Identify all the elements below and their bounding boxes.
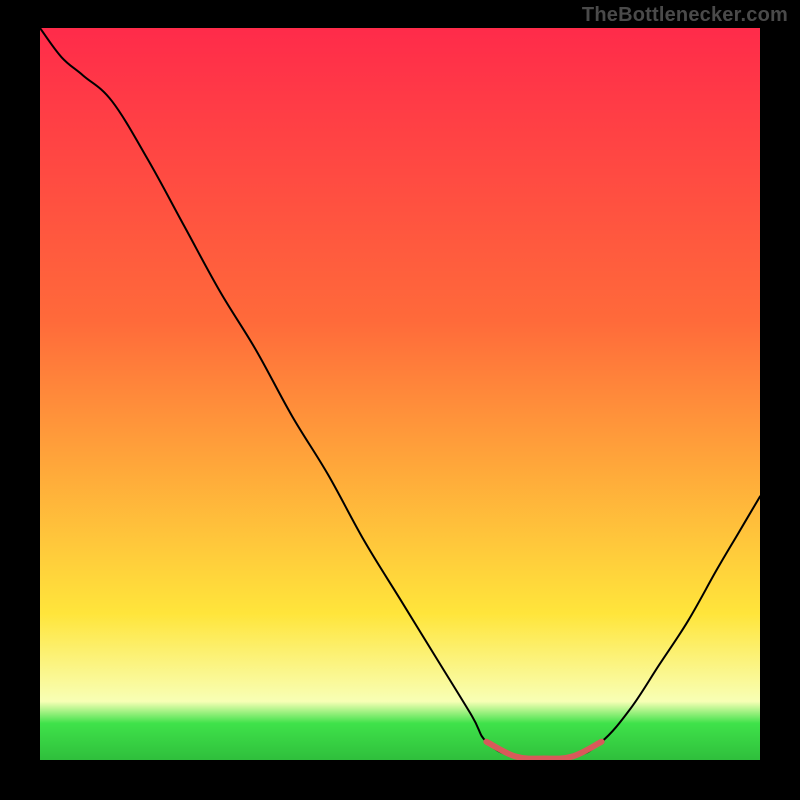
watermark-text: TheBottlenecker.com <box>582 4 788 27</box>
gradient-background <box>40 28 760 760</box>
plot-area <box>40 28 760 760</box>
bottleneck-chart-svg <box>40 28 760 760</box>
chart-frame: TheBottlenecker.com <box>0 0 800 800</box>
